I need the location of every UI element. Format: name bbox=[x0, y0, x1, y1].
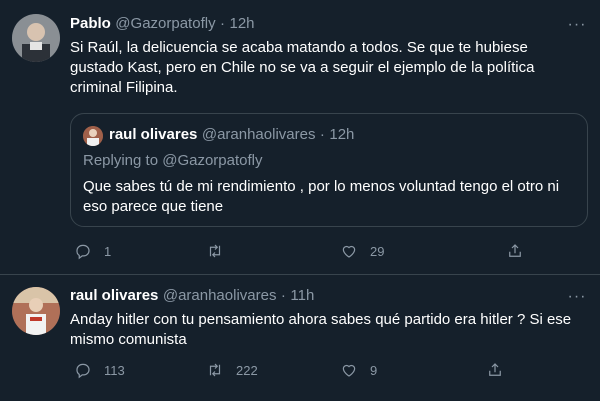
quoted-author-handle: @aranhaolivares bbox=[201, 126, 316, 143]
tweet-text-line: mismo comunista bbox=[70, 331, 187, 348]
author-name[interactable]: Pablo bbox=[70, 15, 111, 32]
separator-dot: · bbox=[319, 126, 325, 143]
reply-icon bbox=[76, 244, 90, 260]
separator-dot: · bbox=[220, 15, 226, 32]
avatar-pablo[interactable] bbox=[12, 14, 60, 62]
avatar-image bbox=[12, 287, 60, 335]
like-button[interactable]: 9 bbox=[340, 360, 377, 380]
reply-icon bbox=[76, 363, 90, 379]
quoted-author-name: raul olivares bbox=[109, 126, 198, 143]
replying-to: Replying to @Gazorpatofly bbox=[83, 152, 263, 169]
tweet-actions: 1 29 bbox=[70, 241, 530, 261]
quoted-avatar-image bbox=[83, 126, 103, 146]
tweet-pablo[interactable]: Pablo @Gazorpatofly · 12h ··· Si Raúl, l… bbox=[0, 0, 600, 274]
quoted-tweet[interactable]: raul olivares @aranhaolivares · 12h Repl… bbox=[70, 113, 588, 227]
tweet-text-line: criminal Filipina. bbox=[70, 79, 178, 96]
separator-dot: · bbox=[280, 287, 286, 304]
heart-icon bbox=[342, 364, 356, 377]
more-options-icon[interactable]: ··· bbox=[567, 287, 587, 307]
author-name[interactable]: raul olivares bbox=[70, 287, 158, 304]
share-icon bbox=[509, 244, 521, 257]
reply-count: 1 bbox=[104, 243, 112, 259]
author-handle[interactable]: @Gazorpatofly bbox=[115, 15, 215, 32]
quoted-text-line: eso parece que tiene bbox=[83, 198, 224, 215]
tweet-actions: 113 222 9 bbox=[70, 360, 530, 380]
quoted-text-line: Que sabes tú de mi rendimiento , por lo … bbox=[83, 178, 560, 195]
timestamp[interactable]: 12h bbox=[229, 15, 254, 32]
retweet-button[interactable] bbox=[206, 241, 236, 261]
tweet-raul[interactable]: raul olivares @aranhaolivares · 11h ··· … bbox=[0, 275, 600, 401]
retweet-icon bbox=[209, 363, 221, 377]
share-button[interactable] bbox=[486, 360, 504, 380]
reply-count: 113 bbox=[104, 362, 125, 378]
heart-icon bbox=[342, 245, 356, 258]
quoted-text: Que sabes tú de mi rendimiento , por lo … bbox=[83, 177, 573, 217]
tweet-text-line: gustado Kast, pero en Chile no se va a s… bbox=[70, 59, 535, 76]
tweet-text: Anday hitler con tu pensamiento ahora sa… bbox=[70, 310, 590, 350]
tweet-text: Si Raúl, la delicuencia se acaba matando… bbox=[70, 38, 590, 98]
tweet-header: raul olivares @aranhaolivares · 11h bbox=[70, 287, 314, 305]
more-options-icon[interactable]: ··· bbox=[567, 15, 587, 35]
tweet-text-line: Si Raúl, la delicuencia se acaba matando… bbox=[70, 39, 528, 56]
avatar-raul[interactable] bbox=[12, 287, 60, 335]
quoted-header: raul olivares @aranhaolivares · 12h bbox=[109, 126, 354, 144]
retweet-icon bbox=[209, 244, 221, 258]
timestamp[interactable]: 11h bbox=[290, 287, 314, 304]
like-count: 9 bbox=[370, 362, 378, 378]
quoted-timestamp: 12h bbox=[329, 126, 355, 143]
tweet-header: Pablo @Gazorpatofly · 12h bbox=[70, 15, 255, 33]
author-handle[interactable]: @aranhaolivares bbox=[163, 287, 277, 304]
avatar-image bbox=[12, 14, 60, 62]
share-button[interactable] bbox=[506, 241, 524, 261]
tweet-text-line: Anday hitler con tu pensamiento ahora sa… bbox=[70, 311, 572, 328]
reply-button[interactable]: 1 bbox=[74, 241, 111, 261]
reply-button[interactable]: 113 bbox=[74, 360, 125, 380]
like-button[interactable]: 29 bbox=[340, 241, 384, 261]
share-icon bbox=[489, 363, 501, 376]
retweet-button[interactable]: 222 bbox=[206, 360, 258, 380]
quoted-avatar bbox=[83, 126, 103, 146]
like-count: 29 bbox=[370, 243, 385, 259]
retweet-count: 222 bbox=[236, 362, 258, 378]
